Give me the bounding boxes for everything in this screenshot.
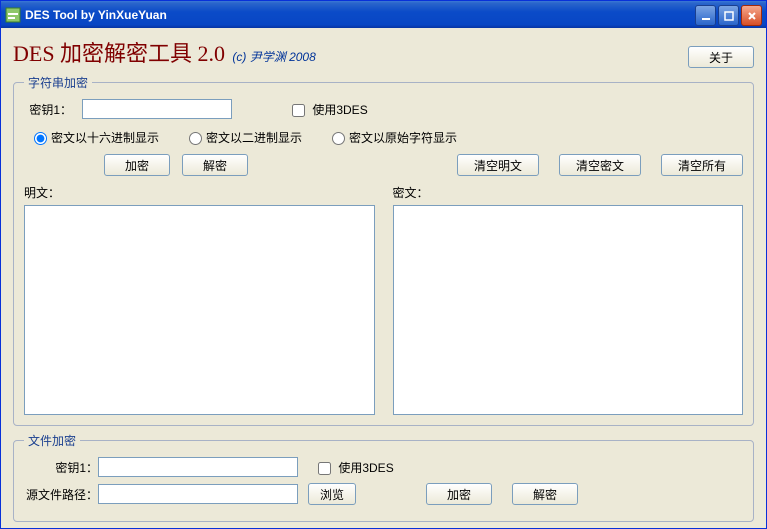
ciphertext-wrap: [393, 205, 744, 415]
plaintext-textarea[interactable]: [25, 206, 374, 414]
src-path-label: 源文件路径：: [24, 486, 98, 503]
radio-raw[interactable]: 密文以原始字符显示: [332, 129, 457, 146]
file-encrypt-legend: 文件加密: [24, 432, 80, 449]
window-maximize-button[interactable]: [718, 5, 739, 26]
clear-plaintext-button[interactable]: 清空明文: [457, 154, 539, 176]
src-path-input[interactable]: [98, 484, 298, 504]
client-area: DES 加密解密工具 2.0 (c) 尹学渊 2008 关于 字符串加密 密钥1…: [1, 28, 766, 528]
file-use-3des-checkbox-input[interactable]: [318, 462, 331, 475]
window-titlebar: DES Tool by YinXueYuan: [1, 1, 766, 28]
use-3des-checkbox-input[interactable]: [292, 104, 305, 117]
radio-hex[interactable]: 密文以十六进制显示: [34, 129, 159, 146]
encrypt-button[interactable]: 加密: [104, 154, 170, 176]
app-icon: [5, 7, 21, 23]
file-key1-label: 密钥1：: [24, 459, 98, 476]
string-encrypt-legend: 字符串加密: [24, 74, 92, 91]
use-3des-label: 使用3DES: [312, 103, 367, 117]
file-use-3des-checkbox[interactable]: 使用3DES: [318, 459, 394, 476]
browse-src-button[interactable]: 浏览: [308, 483, 356, 505]
ciphertext-label: 密文：: [393, 184, 744, 201]
radio-bin[interactable]: 密文以二进制显示: [189, 129, 302, 146]
app-heading: DES 加密解密工具 2.0: [13, 41, 225, 66]
clear-ciphertext-button[interactable]: 清空密文: [559, 154, 641, 176]
window-title: DES Tool by YinXueYuan: [25, 8, 167, 22]
file-use-3des-label: 使用3DES: [338, 461, 393, 475]
use-3des-checkbox[interactable]: 使用3DES: [292, 101, 368, 118]
key1-input[interactable]: [82, 99, 232, 119]
string-encrypt-group: 字符串加密 密钥1： 使用3DES 密文以十六进制显示 密文以二进制显示 密文以…: [13, 74, 754, 426]
file-key1-input[interactable]: [98, 457, 298, 477]
decrypt-button[interactable]: 解密: [182, 154, 248, 176]
plaintext-wrap: [24, 205, 375, 415]
file-encrypt-button[interactable]: 加密: [426, 483, 492, 505]
file-encrypt-group: 文件加密 密钥1： 使用3DES 源文件路径： 浏览 加密 解密: [13, 432, 754, 522]
plaintext-label: 明文：: [24, 184, 375, 201]
window-minimize-button[interactable]: [695, 5, 716, 26]
key1-label: 密钥1：: [24, 101, 72, 118]
about-button[interactable]: 关于: [688, 46, 754, 68]
copyright-text: (c) 尹学渊 2008: [232, 50, 315, 64]
window-close-button[interactable]: [741, 5, 762, 26]
file-decrypt-button[interactable]: 解密: [512, 483, 578, 505]
ciphertext-textarea[interactable]: [394, 206, 743, 414]
clear-all-button[interactable]: 清空所有: [661, 154, 743, 176]
